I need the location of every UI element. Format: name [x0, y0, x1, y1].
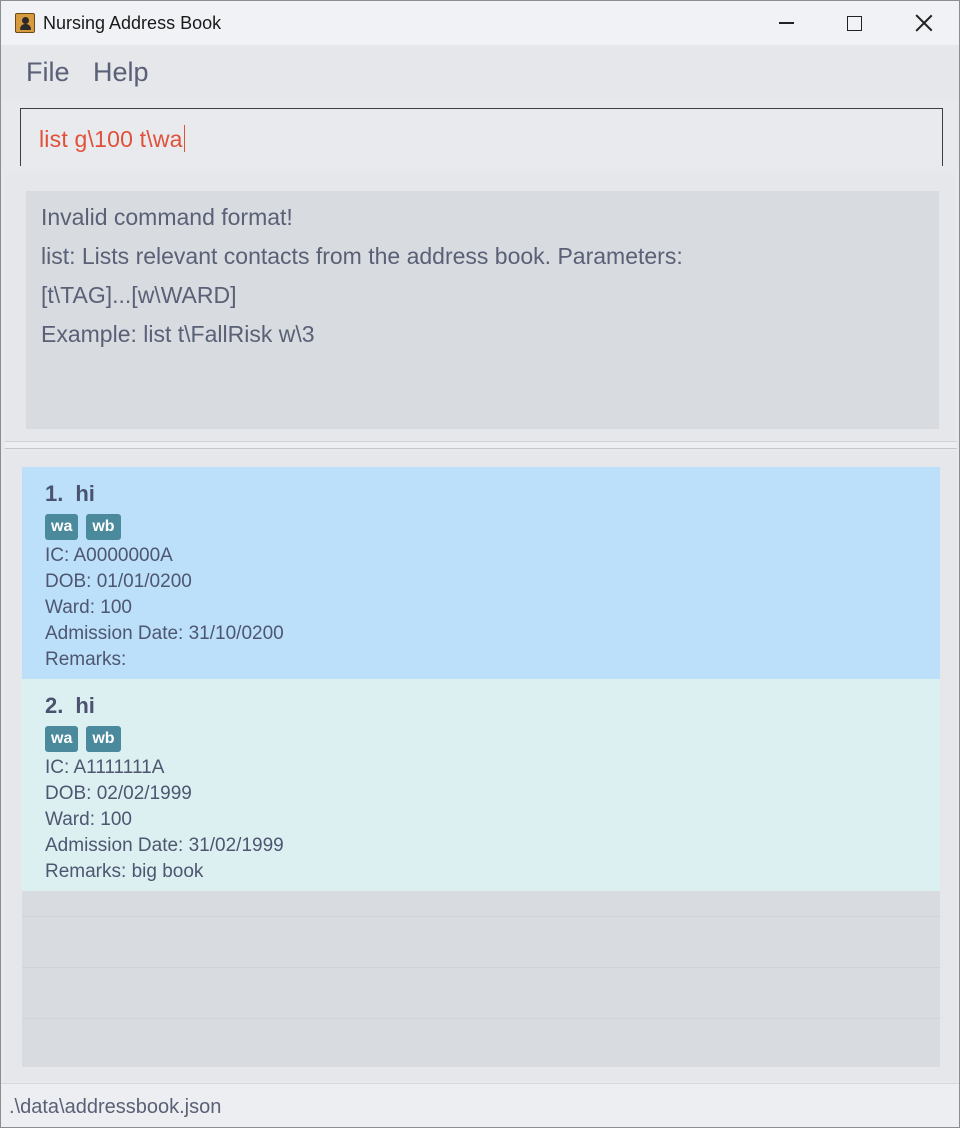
- tag-label: wb: [86, 726, 121, 752]
- app-window: Nursing Address Book File Help list g\10…: [0, 0, 960, 1128]
- person-card-title: 2. hi: [45, 693, 940, 723]
- empty-list-row-separator: [22, 916, 940, 917]
- result-line-error: Invalid command format!: [41, 204, 293, 230]
- person-index: 2.: [45, 693, 64, 718]
- maximize-button[interactable]: [819, 1, 889, 45]
- menu-help[interactable]: Help: [93, 57, 149, 88]
- text-caret: [183, 125, 186, 152]
- person-card[interactable]: 2. hi wa wb IC: A1111111A DOB: 02/02/1999 …: [22, 679, 940, 891]
- person-remarks: Remarks: big book: [45, 861, 204, 882]
- person-tags: wa wb: [45, 511, 940, 543]
- result-line-parameters: [t\TAG]...[w\WARD]: [41, 282, 237, 308]
- person-ward: Ward: 100: [45, 809, 132, 830]
- command-input-value: list g\100 t\wa: [39, 126, 183, 152]
- person-tags: wa wb: [45, 723, 940, 755]
- person-ward: Ward: 100: [45, 597, 132, 618]
- person-name: hi: [75, 481, 95, 506]
- tag-label: wb: [86, 514, 121, 540]
- maximize-icon: [846, 15, 862, 31]
- result-display[interactable]: Invalid command format! list: Lists rele…: [26, 191, 939, 429]
- close-button[interactable]: [889, 1, 959, 45]
- person-name: hi: [75, 693, 95, 718]
- person-ic: IC: A0000000A: [45, 545, 173, 566]
- person-dob: DOB: 01/01/0200: [45, 571, 192, 592]
- tag-label: wa: [45, 514, 79, 540]
- tag-label: wa: [45, 726, 79, 752]
- person-dob: DOB: 02/02/1999: [45, 783, 192, 804]
- result-line-example: Example: list t\FallRisk w\3: [41, 321, 315, 347]
- title-bar[interactable]: Nursing Address Book: [1, 1, 959, 45]
- result-line-usage: list: Lists relevant contacts from the a…: [41, 243, 683, 269]
- menu-bar: File Help: [1, 45, 959, 101]
- minimize-icon: [778, 22, 794, 24]
- person-index: 1.: [45, 481, 64, 506]
- person-admission-date: Admission Date: 31/02/1999: [45, 835, 284, 856]
- command-input[interactable]: list g\100 t\wa: [20, 108, 943, 166]
- minimize-button[interactable]: [751, 1, 821, 45]
- status-bar: .\data\addressbook.json: [1, 1083, 959, 1127]
- empty-list-row-separator: [22, 967, 940, 968]
- person-card[interactable]: 1. hi wa wb IC: A0000000A DOB: 01/01/0200 …: [22, 467, 940, 679]
- close-icon: [915, 14, 933, 32]
- person-admission-date: Admission Date: 31/10/0200: [45, 623, 284, 644]
- split-pane-divider[interactable]: [5, 441, 957, 449]
- menu-file[interactable]: File: [26, 57, 70, 88]
- empty-list-row-separator: [22, 1018, 940, 1019]
- save-file-path: .\data\addressbook.json: [9, 1096, 222, 1118]
- person-remarks: Remarks:: [45, 649, 127, 670]
- address-book-icon: [15, 13, 35, 33]
- window-title: Nursing Address Book: [43, 13, 222, 33]
- person-card-title: 1. hi: [45, 481, 940, 511]
- person-ic: IC: A1111111A: [45, 757, 165, 778]
